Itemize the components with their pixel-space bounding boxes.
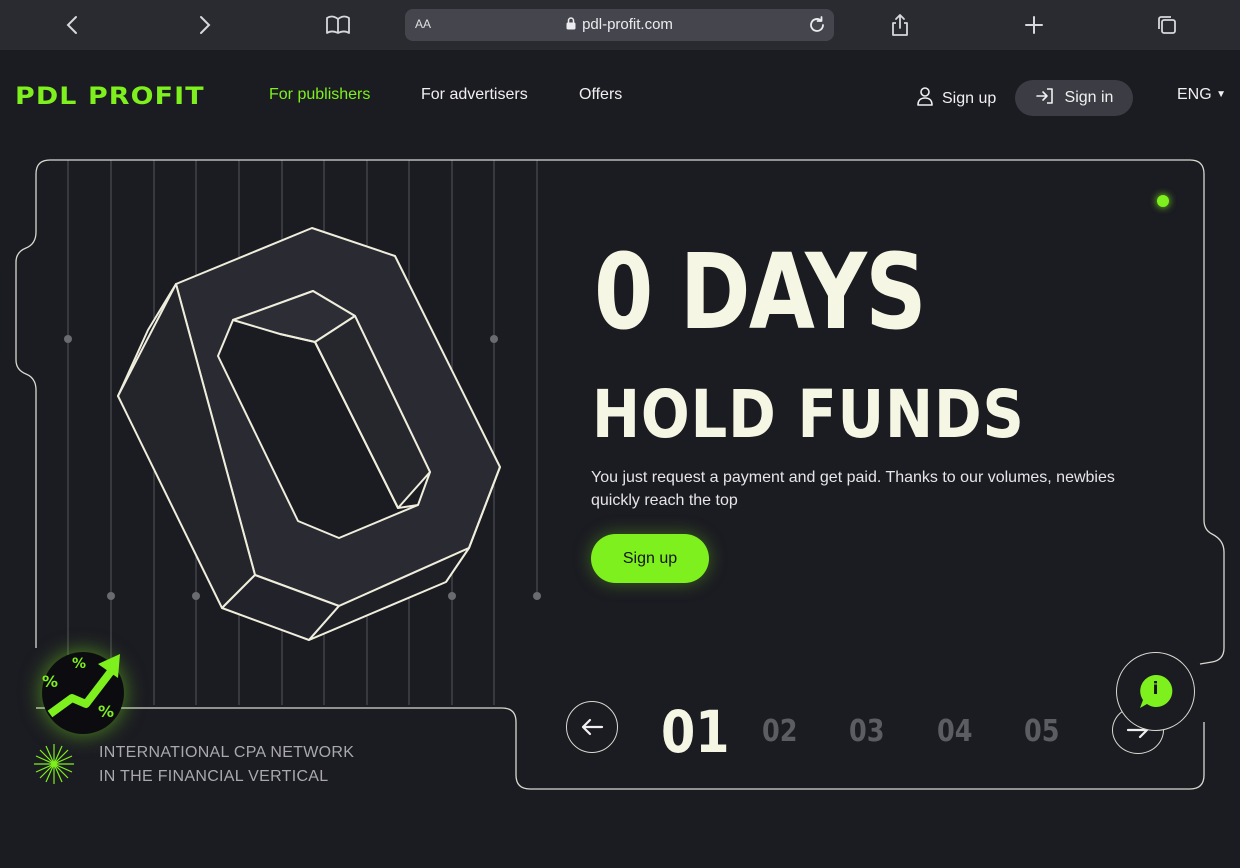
percent-symbol: % [98,702,115,721]
percent-symbol: % [72,656,87,672]
slider-prev-button[interactable] [566,701,618,753]
tagline: INTERNATIONAL CPA NETWORK IN THE FINANCI… [99,741,354,789]
info-label: i [1152,679,1159,699]
hero-headline: 0 DAYS [594,231,927,353]
hero-description: You just request a payment and get paid.… [591,469,1115,509]
percent-growth-badge: % % % [42,652,124,734]
arrow-left-icon [581,718,604,736]
slide-indicator[interactable]: 02 [762,714,797,749]
hero-subheadline: HOLD FUNDS [592,376,1025,453]
slide-indicator[interactable]: 03 [849,714,884,749]
slide-indicator[interactable]: 05 [1024,714,1059,749]
status-dot [1157,195,1169,207]
tagline-line-2: IN THE FINANCIAL VERTICAL [99,768,329,785]
slide-indicator-current[interactable]: 01 [661,698,730,766]
tagline-line-1: INTERNATIONAL CPA NETWORK [99,744,355,761]
support-chat-button[interactable]: i [1116,652,1195,731]
slide-indicator[interactable]: 04 [937,714,972,749]
hero-signup-button[interactable]: Sign up [591,534,709,583]
percent-symbol: % [42,672,59,691]
